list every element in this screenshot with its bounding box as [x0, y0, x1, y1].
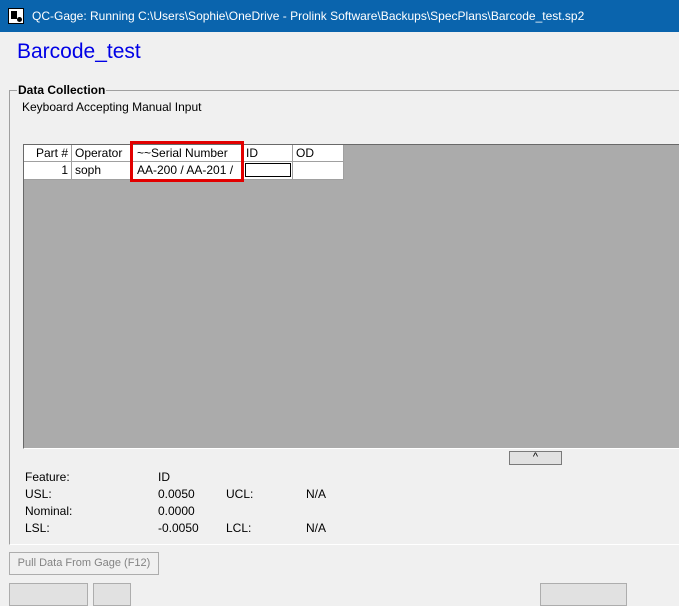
data-collection-label: Data Collection	[17, 83, 107, 97]
id-entry-field[interactable]	[245, 163, 291, 177]
lsl-label: LSL:	[25, 521, 50, 535]
usl-value: 0.0050	[158, 487, 195, 501]
title-bar[interactable]: QC-Gage: Running C:\Users\Sophie\OneDriv…	[0, 0, 679, 32]
column-header-operator[interactable]: Operator	[72, 145, 132, 162]
bottom-button-2[interactable]	[93, 583, 131, 606]
column-header-id[interactable]: ID	[243, 145, 293, 162]
usl-label: USL:	[25, 487, 52, 501]
cell-operator[interactable]: soph	[72, 162, 132, 180]
pull-data-from-gage-button[interactable]: Pull Data From Gage (F12)	[9, 552, 159, 575]
data-grid[interactable]	[23, 144, 679, 449]
serial-number-highlight	[130, 141, 244, 182]
lcl-label: LCL:	[226, 521, 252, 535]
window-title: QC-Gage: Running C:\Users\Sophie\OneDriv…	[32, 9, 585, 23]
lcl-value: N/A	[306, 521, 327, 535]
feature-value: ID	[158, 470, 170, 484]
ucl-label: UCL:	[226, 487, 254, 501]
cell-od[interactable]	[293, 162, 344, 180]
ucl-value: N/A	[306, 487, 327, 501]
input-status-text: Keyboard Accepting Manual Input	[22, 100, 202, 114]
cell-part-number[interactable]: 1	[24, 162, 72, 180]
nominal-label: Nominal:	[25, 504, 73, 518]
qcgage-app-icon[interactable]	[8, 8, 24, 24]
column-header-part[interactable]: Part #	[24, 145, 72, 162]
document-title: Barcode_test	[17, 40, 141, 63]
nominal-value: 0.0000	[158, 504, 195, 518]
bottom-button-1[interactable]	[9, 583, 88, 606]
feature-label: Feature:	[25, 470, 70, 484]
column-header-od[interactable]: OD	[293, 145, 344, 162]
scroll-up-button[interactable]: ^	[509, 451, 562, 465]
lsl-value: -0.0050	[158, 521, 199, 535]
bottom-button-3[interactable]	[540, 583, 627, 606]
